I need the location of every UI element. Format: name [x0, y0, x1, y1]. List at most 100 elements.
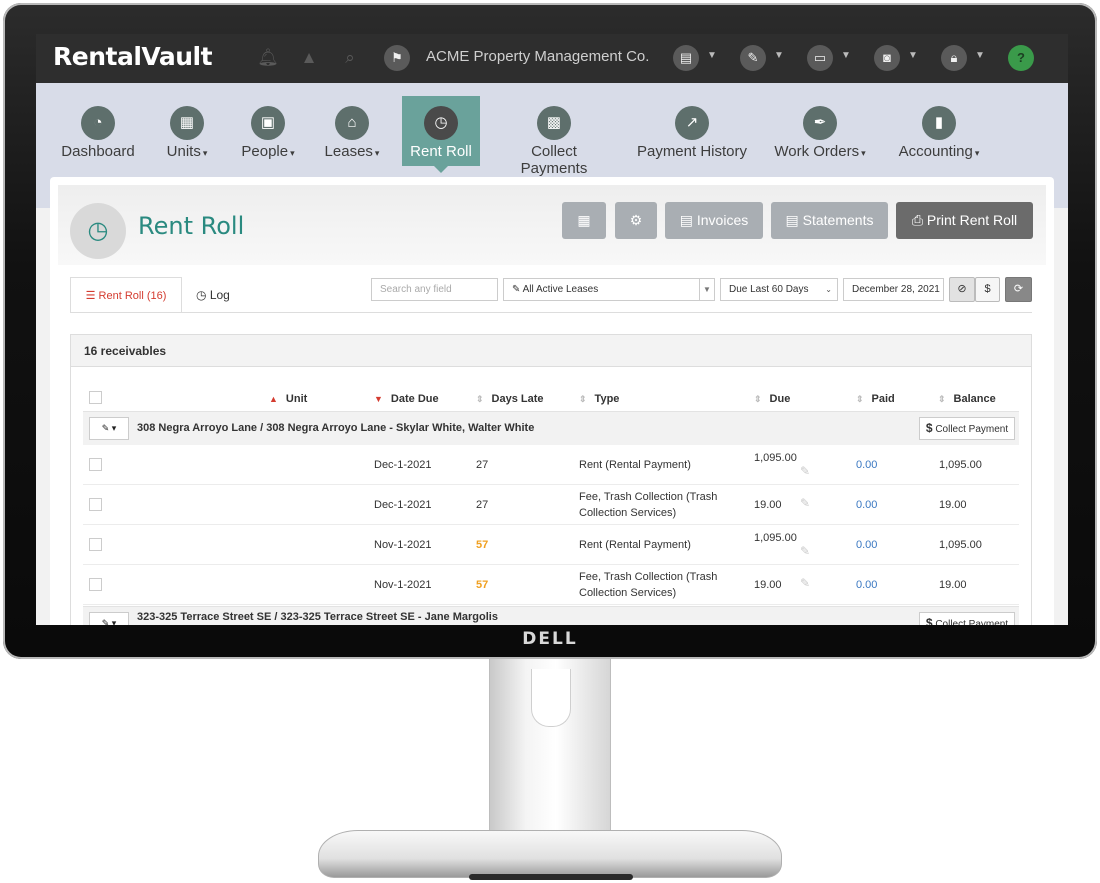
column-label: Paid: [871, 393, 895, 405]
top-bar: RentalVault 🔔︎ ▲ ⌕ ⚑ ACME Property Manag…: [36, 34, 1068, 83]
refresh-button[interactable]: ⟳: [1005, 277, 1032, 302]
nav-accounting[interactable]: ▮ Accounting ▾: [893, 96, 985, 166]
chevron-down-icon: ⌄: [825, 285, 832, 294]
invoices-button[interactable]: ▤ Invoices: [665, 202, 763, 239]
nav-label: Units: [166, 143, 201, 160]
camera-icon[interactable]: ◙: [874, 45, 900, 71]
company-name[interactable]: ACME Property Management Co.: [426, 48, 649, 65]
statements-button[interactable]: ▤ Statements: [771, 202, 888, 239]
chevron-down-icon[interactable]: ▼: [774, 50, 784, 61]
chevron-down-icon: ▾: [374, 148, 380, 158]
lease-filter-select[interactable]: ✎ All Active Leases ▼: [503, 278, 715, 301]
select-all-checkbox[interactable]: [89, 391, 102, 404]
app-logo[interactable]: RentalVault: [53, 42, 213, 71]
ban-icon: ⊘: [957, 283, 967, 295]
row-checkbox[interactable]: [89, 538, 102, 551]
pen-icon: ✎: [101, 618, 110, 625]
document-icon: ▤: [679, 212, 697, 228]
column-type[interactable]: ⇕ Type: [579, 393, 619, 405]
nav-people[interactable]: ▣ People ▾: [235, 96, 301, 166]
search-input[interactable]: Search any field: [371, 278, 498, 301]
chevron-down-icon[interactable]: ▼: [707, 50, 717, 61]
due-cell: 19.00: [754, 579, 782, 591]
table-row[interactable]: Dec-1-2021 27 Rent (Rental Payment) 1,09…: [83, 445, 1019, 485]
lock-icon[interactable]: 🔒︎: [941, 45, 967, 71]
collect-payment-button[interactable]: $ Collect Payment: [919, 417, 1015, 440]
clock-icon: ◷: [196, 288, 210, 302]
type-cell-detail: Collection Services): [579, 587, 677, 599]
nav-label: People: [241, 143, 289, 160]
nav-payment-history[interactable]: ↗ Payment History: [636, 96, 748, 166]
column-date-due[interactable]: ▼ Date Due: [374, 393, 439, 405]
gauge-icon: ◔: [81, 106, 115, 140]
row-checkbox[interactable]: [89, 578, 102, 591]
balance-cell: 19.00: [939, 499, 967, 511]
search-icon[interactable]: ⌕: [338, 46, 362, 70]
column-balance[interactable]: ⇕ Balance: [938, 393, 996, 405]
page-title: Rent Roll: [138, 212, 245, 240]
clipboard-clock-icon: ◷: [70, 203, 126, 259]
column-paid[interactable]: ⇕ Paid: [856, 393, 895, 405]
settings-button[interactable]: ⚙: [615, 202, 657, 239]
document-icon: ▤: [785, 212, 803, 228]
lease-group-title: 308 Negra Arroyo Lane / 308 Negra Arroyo…: [137, 422, 535, 434]
nav-leases[interactable]: ⌂ Leases ▾: [319, 96, 385, 166]
nav-label: Work Orders: [774, 143, 860, 160]
column-days-late[interactable]: ⇕ Days Late: [476, 393, 544, 405]
date-field[interactable]: December 28, 2021: [843, 278, 944, 301]
table-row[interactable]: Nov-1-2021 57 Rent (Rental Payment) 1,09…: [83, 525, 1019, 565]
nav-units[interactable]: ▦ Units ▾: [156, 96, 218, 166]
edit-pencil-icon[interactable]: ✎: [800, 576, 810, 590]
nav-collect-payments[interactable]: ▩ Collect Payments: [496, 96, 612, 177]
chevron-down-icon: ▾: [111, 423, 117, 433]
gear-icon: ⚙: [629, 212, 643, 228]
column-unit[interactable]: ▲ Unit: [269, 393, 307, 405]
calculator-icon: ▩: [537, 106, 571, 140]
row-checkbox[interactable]: [89, 458, 102, 471]
tab-divider: [70, 312, 1032, 313]
tab-log[interactable]: ◷ Log: [196, 277, 230, 313]
dollar-icon: $: [925, 421, 933, 435]
nav-work-orders[interactable]: ✒ Work Orders ▾: [772, 96, 868, 166]
due-filter-value: Due Last 60 Days: [729, 284, 809, 295]
invoices-label: Invoices: [696, 212, 749, 228]
help-icon[interactable]: ?: [1008, 45, 1034, 71]
chevron-down-icon[interactable]: ▼: [841, 50, 851, 61]
currency-toggle[interactable]: $: [975, 277, 1000, 302]
sort-icon: ⇕: [476, 394, 484, 404]
chevron-down-icon[interactable]: ▼: [908, 50, 918, 61]
calendar-button[interactable]: ▦: [562, 202, 606, 239]
due-filter-select[interactable]: Due Last 60 Days ⌄: [720, 278, 838, 301]
clear-button[interactable]: ⊘: [949, 277, 975, 302]
balance-cell: 1,095.00: [939, 459, 982, 471]
flag-icon[interactable]: ⚑: [384, 45, 410, 71]
collect-payment-button[interactable]: $ Collect Payment: [919, 612, 1015, 625]
ledger-icon: ▮: [922, 106, 956, 140]
sort-desc-icon: ▼: [374, 394, 383, 404]
table-row[interactable]: Dec-1-2021 27 Fee, Trash Collection (Tra…: [83, 485, 1019, 525]
edit-pencil-icon[interactable]: ✎: [800, 544, 810, 558]
column-due[interactable]: ⇕ Due: [754, 393, 790, 405]
edit-pencil-icon[interactable]: ✎: [800, 464, 810, 478]
card-icon[interactable]: ▭: [807, 45, 833, 71]
nav-dashboard[interactable]: ◔ Dashboard: [58, 96, 138, 166]
pen-icon[interactable]: ✎: [740, 45, 766, 71]
lease-group-title: 323-325 Terrace Street SE / 323-325 Terr…: [137, 611, 498, 623]
chevron-down-icon: ▾: [202, 148, 208, 158]
sort-asc-icon: ▲: [269, 394, 278, 404]
table-row[interactable]: Nov-1-2021 57 Fee, Trash Collection (Tra…: [83, 565, 1019, 605]
nav-rent-roll[interactable]: ◷ Rent Roll: [402, 96, 480, 173]
row-checkbox[interactable]: [89, 498, 102, 511]
house-key-icon: ⌂: [335, 106, 369, 140]
group-actions-dropdown[interactable]: ✎ ▾: [89, 612, 129, 625]
print-rent-roll-button[interactable]: ⎙ Print Rent Roll: [896, 202, 1033, 239]
document-icon[interactable]: ▤: [673, 45, 699, 71]
group-actions-dropdown[interactable]: ✎ ▾: [89, 417, 129, 440]
edit-pencil-icon[interactable]: ✎: [800, 496, 810, 510]
bell-icon[interactable]: 🔔︎: [256, 46, 280, 70]
tab-rent-roll[interactable]: ☰ Rent Roll (16): [70, 277, 182, 313]
warning-icon[interactable]: ▲: [297, 46, 321, 70]
chevron-down-icon[interactable]: ▼: [975, 50, 985, 61]
type-cell: Fee, Trash Collection (Trash: [579, 491, 718, 503]
wrench-icon: ✒: [803, 106, 837, 140]
